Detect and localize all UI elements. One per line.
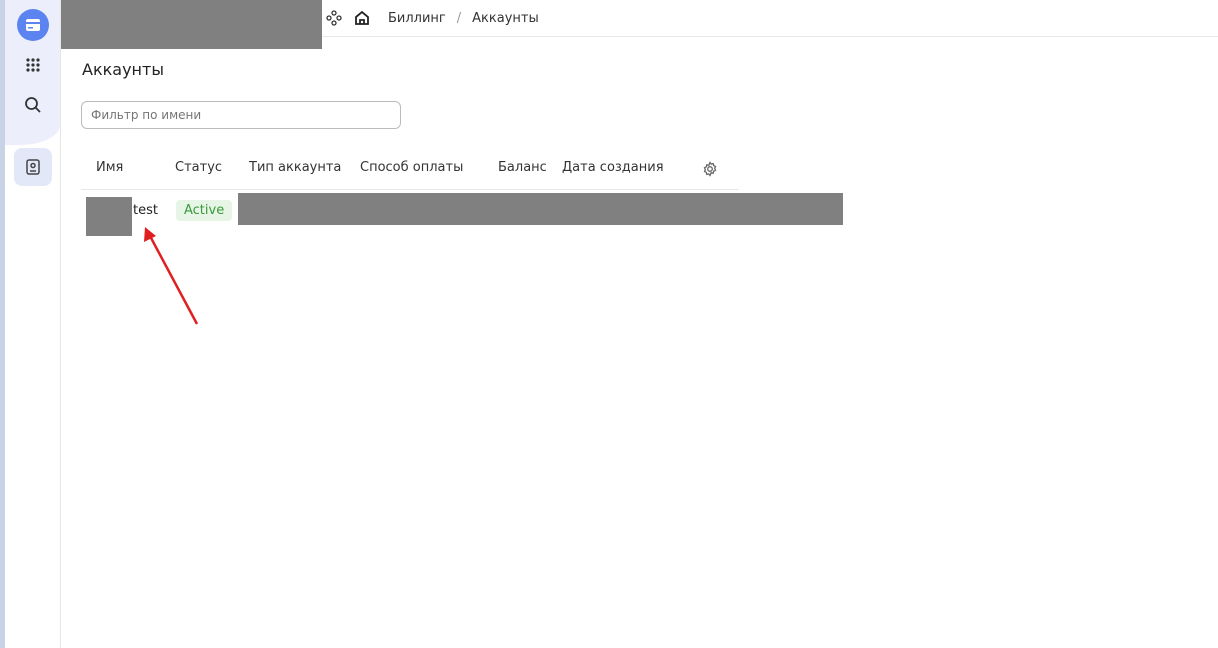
annotation-arrow xyxy=(144,227,199,325)
